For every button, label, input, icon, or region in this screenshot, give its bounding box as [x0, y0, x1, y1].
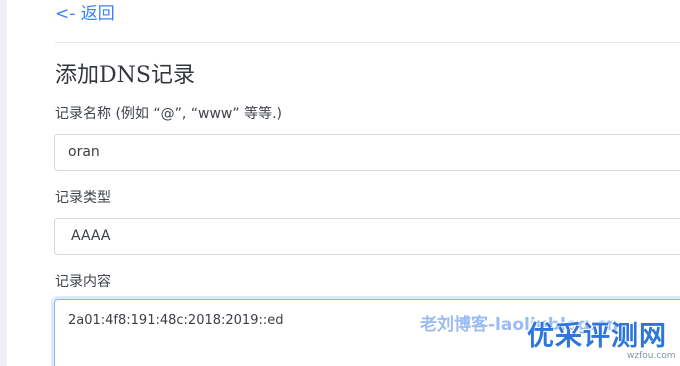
record-type-label: 记录类型 — [55, 190, 111, 206]
record-type-select[interactable]: AAAA — [54, 218, 680, 255]
divider — [55, 42, 680, 43]
record-content-label: 记录内容 — [55, 274, 111, 290]
left-edge-strip — [0, 0, 7, 366]
back-link[interactable]: <- 返回 — [55, 3, 115, 25]
form-title: 添加DNS记录 — [55, 63, 195, 88]
domain-watermark: wzfou.com — [627, 351, 676, 361]
page: <- 返回 添加DNS记录 记录名称 (例如 “@”, “www” 等等.) o… — [0, 0, 680, 366]
record-name-label: 记录名称 (例如 “@”, “www” 等等.) — [55, 106, 282, 122]
record-name-input[interactable]: oran — [54, 134, 680, 171]
site-watermark: 优采评测网 — [527, 321, 667, 352]
